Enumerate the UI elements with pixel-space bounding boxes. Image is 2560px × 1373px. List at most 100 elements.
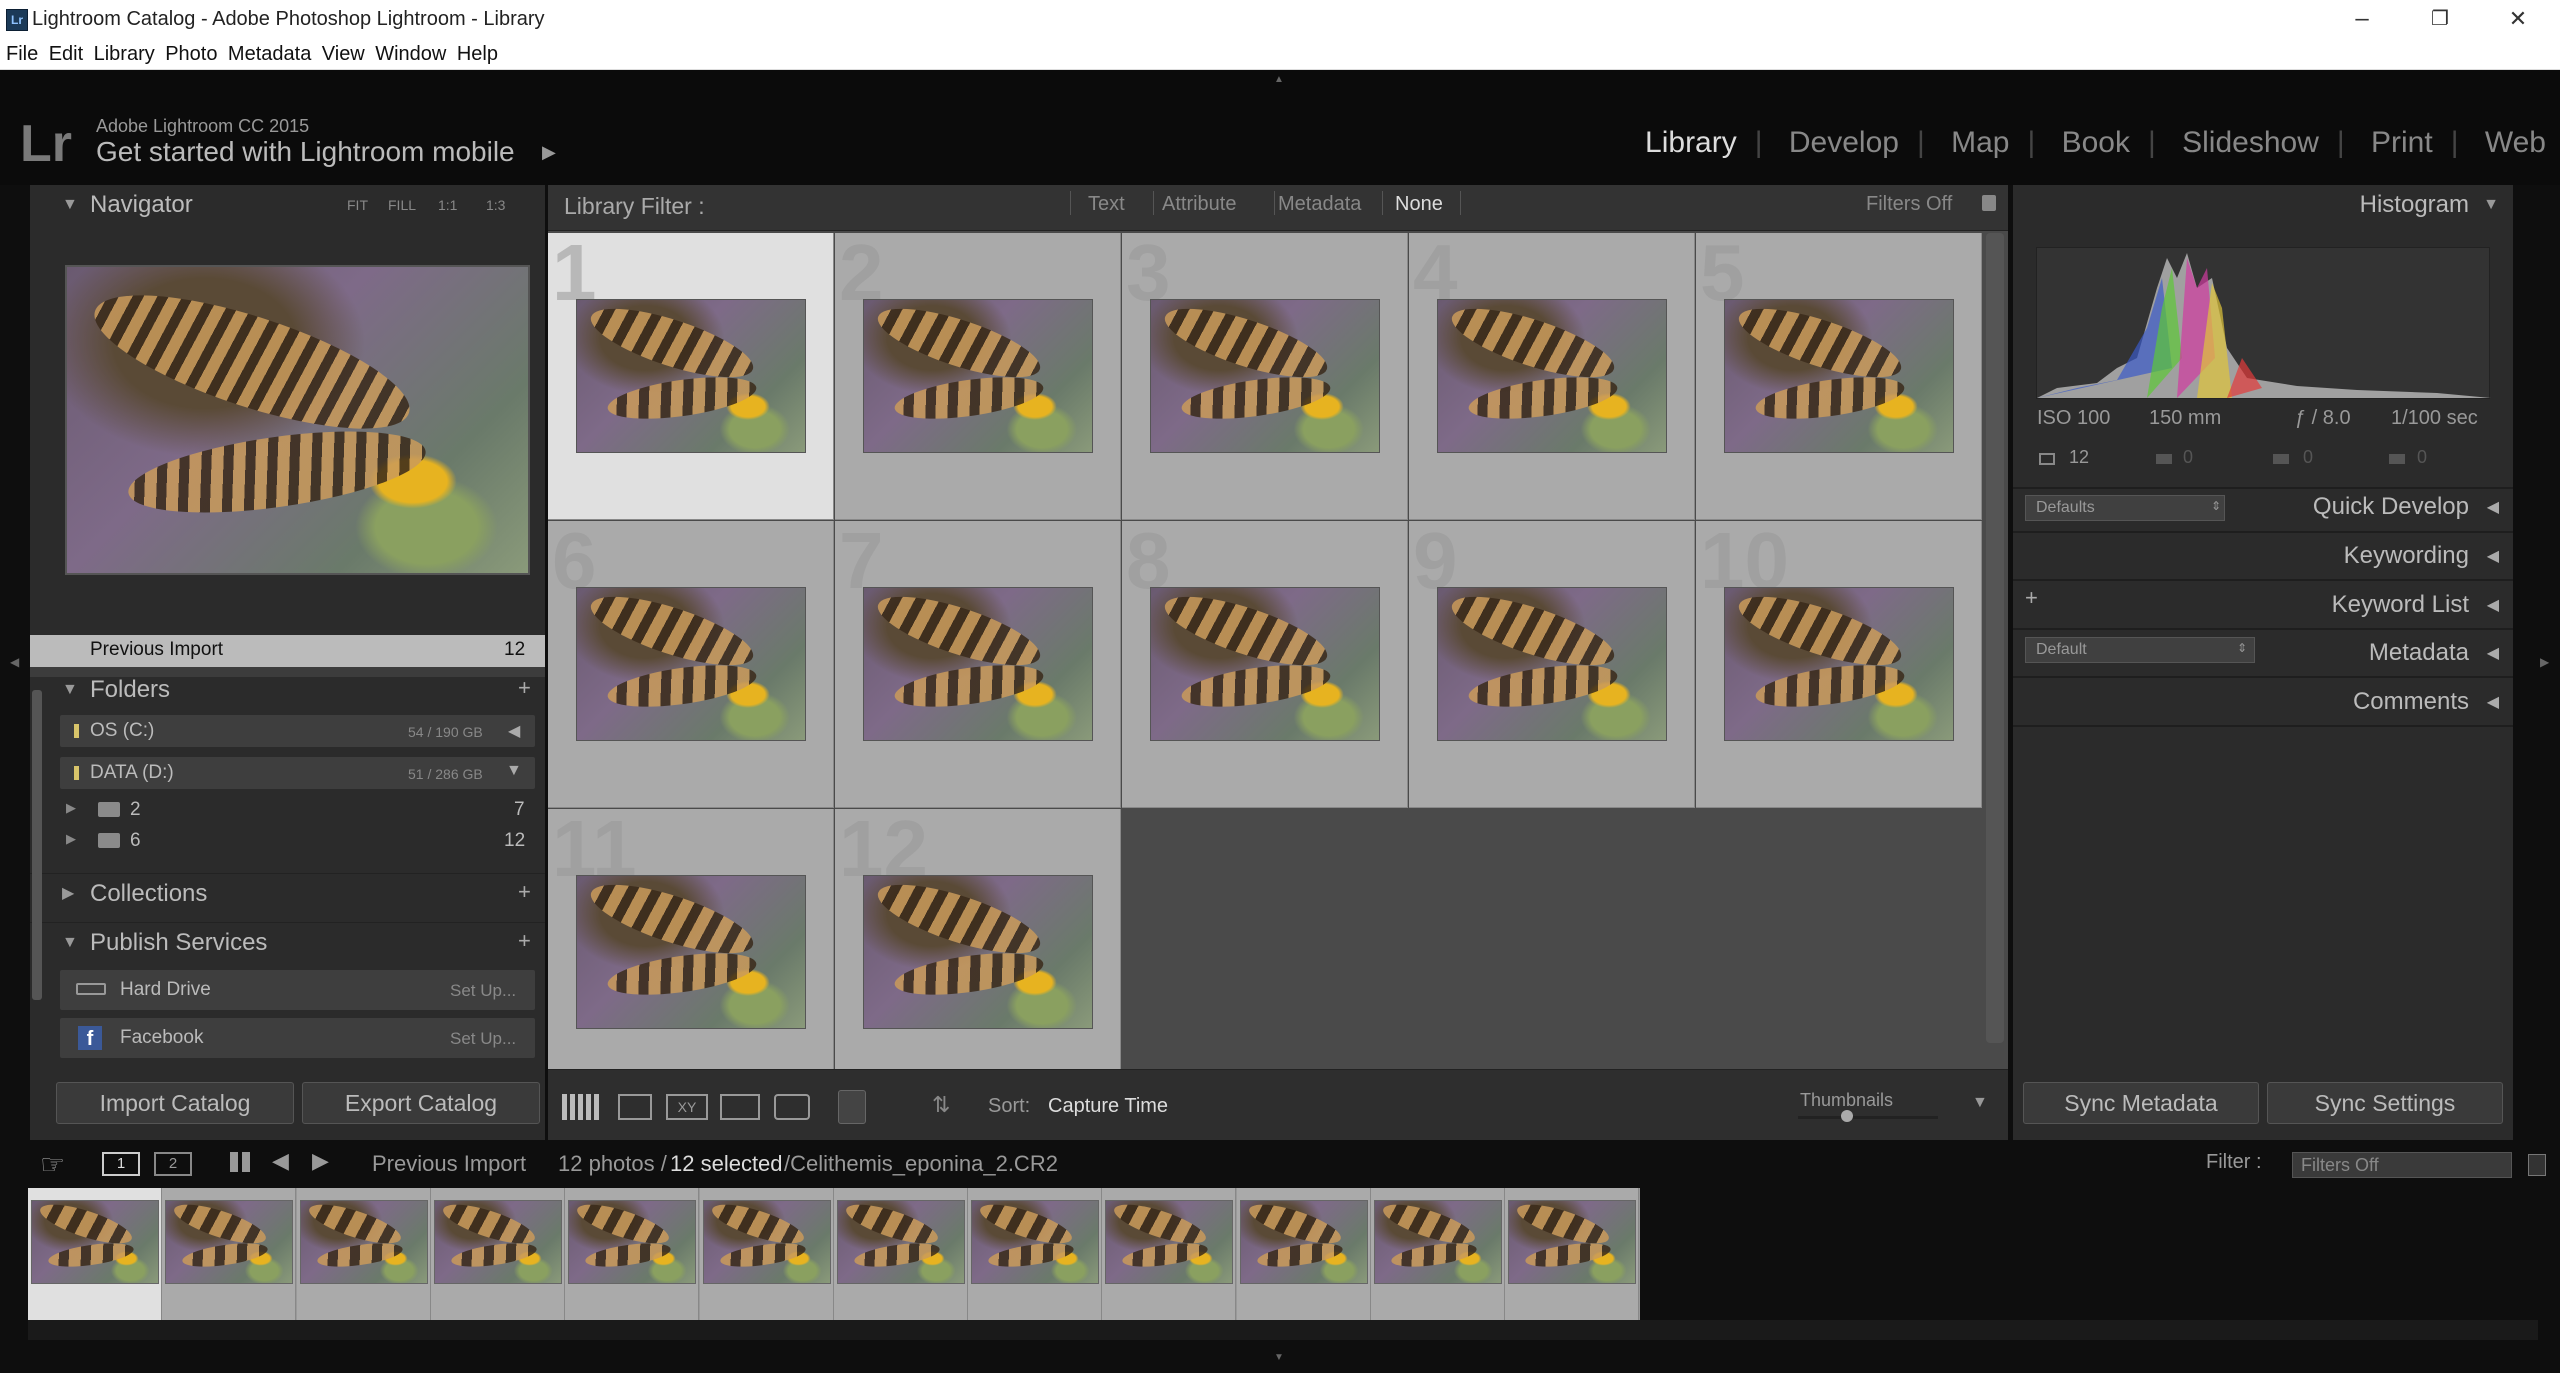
filter-metadata[interactable]: Metadata [1278, 193, 1361, 216]
grid-cell[interactable]: 5 [1696, 233, 1982, 520]
filter-none[interactable]: None [1395, 193, 1443, 216]
setup-link[interactable]: Set Up... [450, 981, 516, 1001]
publish-header[interactable]: ▼ Publish Services + [30, 922, 545, 962]
filmstrip-thumbnail[interactable] [1239, 1200, 1368, 1284]
grid-shortcut-icon[interactable] [230, 1152, 250, 1172]
photo-thumbnail[interactable] [1150, 587, 1380, 741]
grid-scrollbar[interactable] [1986, 233, 2004, 1043]
menu-library[interactable]: Library [94, 40, 155, 68]
grid-view-icon[interactable] [562, 1094, 600, 1120]
left-panel-scrollbar[interactable] [32, 690, 42, 1000]
expand-triangle-icon[interactable]: ◀ [2487, 643, 2499, 663]
photo-thumbnail[interactable] [1724, 299, 1954, 453]
right-panel-toggle-icon[interactable]: ▶ [2540, 655, 2549, 669]
menu-edit[interactable]: Edit [49, 40, 83, 68]
filmstrip-thumbnail[interactable] [165, 1200, 294, 1284]
sync-settings-button[interactable]: Sync Settings [2267, 1082, 2503, 1124]
mobile-promo[interactable]: Get started with Lightroom mobile [96, 136, 515, 168]
module-library[interactable]: Library [1645, 126, 1737, 159]
filmstrip-cell[interactable] [162, 1188, 297, 1320]
service-facebook[interactable]: f Facebook Set Up... [30, 1018, 545, 1060]
secondary-window-button[interactable]: 2 [154, 1152, 192, 1176]
grid-cell[interactable]: 4 [1409, 233, 1695, 520]
histogram-header[interactable]: Histogram ▼ [2013, 185, 2513, 225]
loupe-view-icon[interactable] [618, 1094, 652, 1120]
menu-photo[interactable]: Photo [165, 40, 217, 68]
volume-os[interactable]: OS (C:) 54 / 190 GB ◀ [30, 715, 545, 749]
bottom-panel-toggle-icon[interactable]: ▼ [1274, 1352, 1284, 1363]
grid-cell[interactable]: 8 [1122, 521, 1408, 808]
zoom-1-1[interactable]: 1:1 [438, 185, 457, 225]
left-panel-toggle-icon[interactable]: ◀ [10, 655, 19, 669]
module-develop[interactable]: Develop [1789, 126, 1899, 159]
photo-thumbnail[interactable] [1724, 587, 1954, 741]
filmstrip-thumbnail[interactable] [568, 1200, 697, 1284]
collapse-triangle-icon[interactable]: ▼ [62, 670, 78, 710]
keyword-list-title[interactable]: Keyword List [2332, 591, 2469, 619]
grid-cell[interactable]: 6 [548, 521, 834, 808]
filmstrip-cell[interactable] [430, 1188, 565, 1320]
toolbar-menu-icon[interactable]: ▼ [1972, 1094, 1988, 1112]
photo-thumbnail[interactable] [863, 875, 1093, 1029]
expand-triangle-icon[interactable]: ▶ [62, 874, 74, 914]
collapse-triangle-icon[interactable]: ▼ [62, 923, 78, 963]
navigator-header[interactable]: ▼ Navigator FIT FILL 1:1 1:3 [30, 185, 545, 225]
hand-cursor-icon[interactable]: ☞ [40, 1148, 65, 1181]
grid-cell[interactable]: 7 [835, 521, 1121, 808]
filmstrip-scrollbar[interactable] [28, 1320, 2538, 1340]
collections-header[interactable]: ▶ Collections + [30, 873, 545, 913]
filmstrip-thumbnail[interactable] [1374, 1200, 1502, 1284]
menu-view[interactable]: View [322, 40, 365, 68]
top-panel-toggle-icon[interactable]: ▲ [1274, 74, 1284, 85]
export-catalog-button[interactable]: Export Catalog [302, 1082, 540, 1124]
import-catalog-button[interactable]: Import Catalog [56, 1082, 294, 1124]
play-arrow-icon[interactable]: ▶ [542, 142, 556, 163]
filmstrip-cell[interactable] [565, 1188, 700, 1320]
photo-thumbnail[interactable] [863, 587, 1093, 741]
grid-cell[interactable]: 1 [548, 233, 834, 520]
menu-file[interactable]: File [6, 40, 38, 68]
source-label[interactable]: Previous Import [372, 1151, 526, 1177]
zoom-fill[interactable]: FILL [388, 185, 416, 225]
filmstrip-thumbnail[interactable] [433, 1200, 562, 1284]
zoom-fit[interactable]: FIT [347, 185, 368, 225]
sync-metadata-button[interactable]: Sync Metadata [2023, 1082, 2259, 1124]
grid-cell[interactable]: 11 [548, 809, 834, 1096]
volume-triangle-icon[interactable]: ◀ [508, 721, 520, 741]
photo-thumbnail[interactable] [1437, 299, 1667, 453]
minimize-button[interactable]: – [2324, 0, 2400, 40]
filmstrip-thumbnail[interactable] [971, 1200, 1100, 1284]
volume-triangle-icon[interactable]: ▼ [506, 762, 522, 780]
people-view-icon[interactable] [774, 1094, 810, 1120]
filmstrip-cell[interactable] [1236, 1188, 1371, 1320]
filmstrip-cell[interactable] [968, 1188, 1103, 1320]
filters-status[interactable]: Filters Off [1866, 193, 1952, 216]
filmstrip-cell[interactable] [1102, 1188, 1237, 1320]
expand-triangle-icon[interactable]: ◀ [2487, 497, 2499, 517]
navigator-preview[interactable] [65, 265, 530, 575]
photo-thumbnail[interactable] [863, 299, 1093, 453]
photo-thumbnail[interactable] [1437, 587, 1667, 741]
expand-triangle-icon[interactable]: ▶ [66, 800, 76, 816]
module-print[interactable]: Print [2371, 126, 2433, 159]
photo-thumbnail[interactable] [576, 587, 806, 741]
filmstrip-thumbnail[interactable] [702, 1200, 831, 1284]
sort-az-icon[interactable]: ⇅ [932, 1092, 950, 1118]
compare-view-icon[interactable]: XY [666, 1094, 708, 1120]
restore-button[interactable]: ❐ [2402, 0, 2478, 40]
folder-item[interactable]: ▶ 2 7 [30, 795, 545, 825]
filename-label[interactable]: /Celithemis_eponina_2.CR2 [784, 1151, 1058, 1177]
expand-triangle-icon[interactable]: ◀ [2487, 595, 2499, 615]
expand-triangle-icon[interactable]: ◀ [2487, 692, 2499, 712]
zoom-1-3[interactable]: 1:3 [486, 185, 505, 225]
folders-header[interactable]: ▼ Folders + [30, 670, 545, 710]
filmstrip-thumbnail[interactable] [1508, 1200, 1637, 1284]
thumbnail-slider-track[interactable] [1798, 1116, 1938, 1119]
comments-title[interactable]: Comments [2353, 688, 2469, 716]
folder-item[interactable]: ▶ 6 12 [30, 826, 545, 856]
grid-cell[interactable]: 9 [1409, 521, 1695, 808]
volume-data[interactable]: DATA (D:) 51 / 286 GB ▼ [30, 757, 545, 791]
filmstrip-thumbnail[interactable] [31, 1200, 159, 1284]
menu-help[interactable]: Help [457, 40, 498, 68]
filmstrip-cell[interactable] [1505, 1188, 1640, 1320]
